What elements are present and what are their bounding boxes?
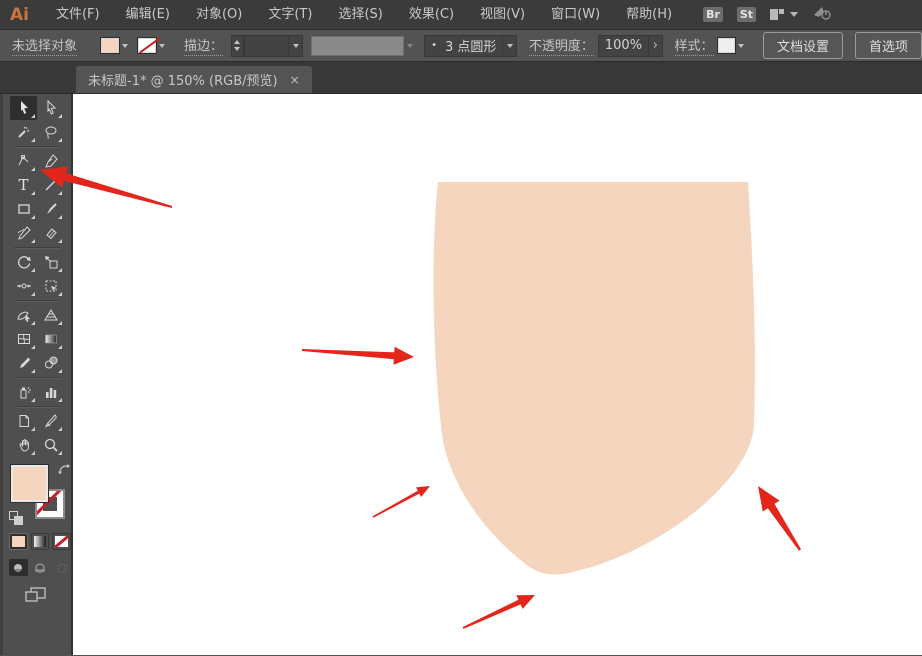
fill-chevron-icon[interactable] [119,37,131,55]
zoom-tool[interactable] [37,433,64,457]
menu-edit[interactable]: 编辑(E) [113,0,183,30]
width-tool[interactable] [10,274,37,298]
illustrator-window: Ai 文件(F) 编辑(E) 对象(O) 文字(T) 选择(S) 效果(C) 视… [0,0,922,656]
eraser-tool[interactable] [37,221,64,245]
menu-object[interactable]: 对象(O) [183,0,255,30]
slice-tool[interactable] [37,409,64,433]
perspective-grid-tool[interactable] [37,303,64,327]
drawing-modes-row [9,559,71,576]
bridge-icon[interactable]: Br [703,7,723,22]
pencil-tool[interactable] [10,221,37,245]
style-swatch[interactable] [716,37,737,54]
draw-inside-button[interactable] [52,559,71,576]
chevron-down-icon [790,12,799,17]
color-mode-button[interactable] [9,533,28,550]
blend-tool[interactable] [37,351,64,375]
fill-proxy-swatch[interactable] [10,464,49,503]
default-fill-stroke-icon[interactable] [9,511,23,525]
lasso-tool[interactable] [37,120,64,144]
rotate-tool[interactable] [10,250,37,274]
document-setup-button[interactable]: 文档设置 [763,32,844,59]
menu-window[interactable]: 窗口(W) [538,0,613,30]
workspace-switcher[interactable] [770,9,799,20]
stroke-weight-chevron-icon[interactable] [289,34,303,57]
menu-bar: Ai 文件(F) 编辑(E) 对象(O) 文字(T) 选择(S) 效果(C) 视… [0,0,922,30]
column-graph-tool[interactable] [37,380,64,404]
menu-effect[interactable]: 效果(C) [396,0,467,30]
direct-selection-tool[interactable] [37,96,64,120]
menu-help[interactable]: 帮助(H) [613,0,685,30]
none-mode-button[interactable] [52,533,72,550]
document-tab-bar: 未标题-1* @ 150% (RGB/预览) × [0,62,922,94]
paint-mode-row [9,533,72,550]
menu-type[interactable]: 文字(T) [255,0,325,30]
style-chevron-icon[interactable] [735,37,747,55]
selection-tool[interactable] [10,96,37,120]
hand-tool[interactable] [10,433,37,457]
app-logo: Ai [10,4,29,25]
menu-select[interactable]: 选择(S) [325,0,395,30]
control-bar: 未选择对象 描边： • 3 点圆形 不透明度： 100% › 样式： 文档设置 … [0,30,922,62]
rectangle-tool[interactable] [10,197,37,221]
brush-name: 3 点圆形 [444,40,497,55]
opacity-label[interactable]: 不透明度： [528,35,594,56]
stroke-weight-label[interactable]: 描边： [183,35,223,56]
artboard-tool[interactable] [10,409,37,433]
width-profile-dropdown[interactable] [310,35,405,56]
brush-chevron-icon[interactable] [503,34,517,57]
menu-file[interactable]: 文件(F) [43,0,113,30]
symbol-sprayer-tool[interactable] [10,380,37,404]
line-segment-tool[interactable] [37,173,64,197]
stock-icon[interactable]: St [736,7,757,22]
shape-builder-tool[interactable] [10,303,37,327]
fill-color-swatch[interactable] [100,37,120,54]
screen-mode-button[interactable] [25,586,71,608]
stroke-color-swatch[interactable] [137,37,158,54]
document-tab-title: 未标题-1* @ 150% (RGB/预览) [88,74,278,89]
document-tab[interactable]: 未标题-1* @ 150% (RGB/预览) × [76,66,312,93]
profile-chevron-icon[interactable] [404,37,416,55]
brush-pen-tool[interactable] [37,149,64,173]
mesh-tool[interactable] [10,327,37,351]
free-transform-tool[interactable] [37,274,64,298]
brush-dropdown[interactable]: • 3 点圆形 [424,34,504,57]
tools-panel: T [0,94,73,655]
type-tool[interactable]: T [10,173,37,197]
draw-normal-button[interactable] [9,559,28,576]
draw-behind-button[interactable] [31,559,50,576]
stroke-weight-stepper[interactable] [230,34,244,57]
paintbrush-tool[interactable] [37,197,64,221]
swap-fill-stroke-icon[interactable] [57,463,71,478]
opacity-expand-icon[interactable]: › [649,34,663,57]
stroke-weight-field[interactable] [243,34,290,57]
menu-view[interactable]: 视图(V) [467,0,538,30]
magic-wand-tool[interactable] [10,120,37,144]
selection-status: 未选择对象 [12,35,78,56]
preferences-button[interactable]: 首选项 [855,32,922,59]
scale-tool[interactable] [37,250,64,274]
style-label[interactable]: 样式： [674,35,714,56]
gradient-tool[interactable] [37,327,64,351]
eyedropper-tool[interactable] [10,351,37,375]
gradient-mode-button[interactable] [30,533,50,550]
fill-stroke-indicator [7,463,73,525]
brush-preview-dot: • [431,40,437,51]
tab-close-icon[interactable]: × [290,73,300,87]
opacity-field[interactable]: 100% [597,34,650,57]
workspace-switcher-icon [770,9,785,20]
pen-tool[interactable] [10,149,37,173]
sync-power-icon[interactable] [812,5,832,25]
